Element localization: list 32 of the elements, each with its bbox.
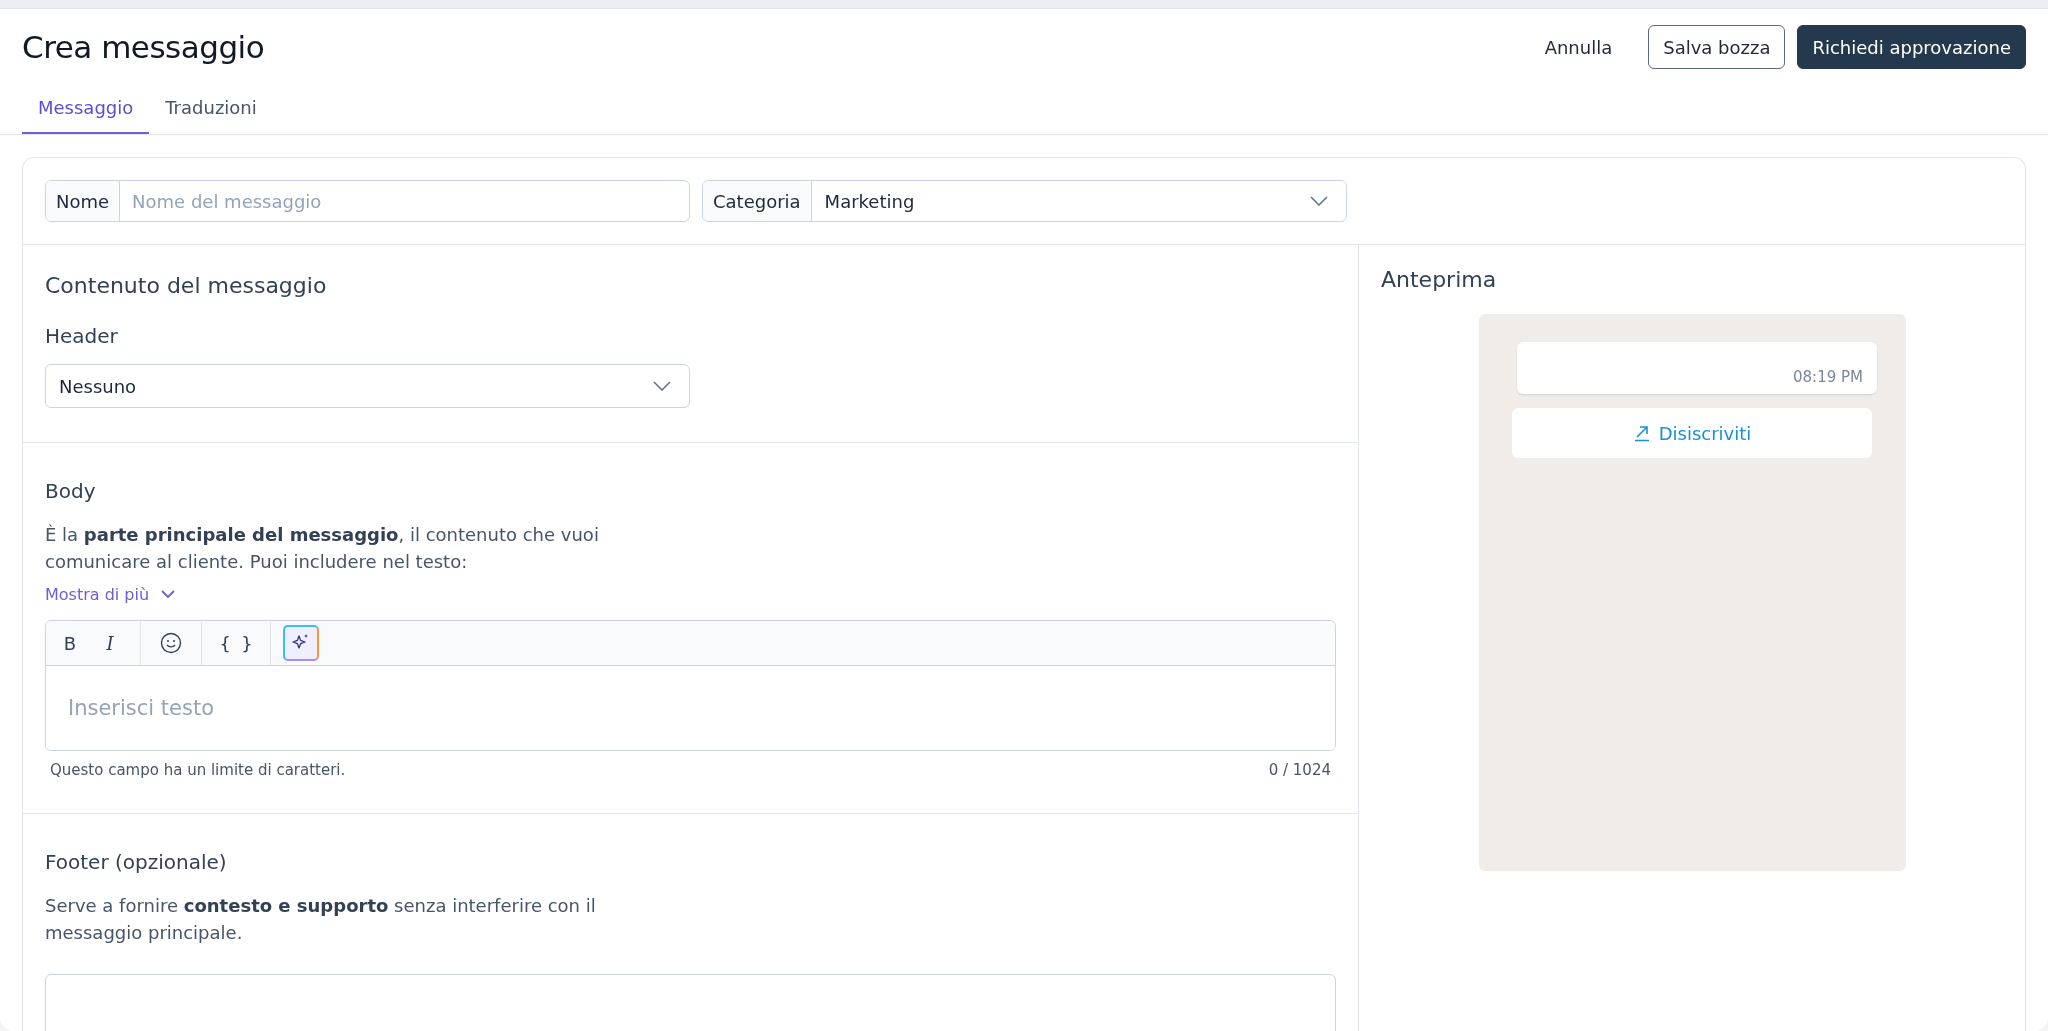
cancel-link[interactable]: Annulla (1530, 25, 1627, 69)
header-label: Header (45, 324, 119, 348)
variable-button[interactable]: { } (214, 625, 258, 661)
section-title: Contenuto del messaggio (45, 273, 328, 298)
footer-description: Serve a fornire contesto e supporto senza interferire con il messaggio principale. (45, 894, 597, 945)
footer-text-field[interactable] (45, 974, 1336, 1031)
body-description: È la parte principale del messaggio, il contenuto che vuoi comunicare al cliente. Puoi includere nel testo: (45, 523, 600, 574)
external-arrow-icon (1632, 424, 1651, 442)
tab[interactable]: Traduzioni (149, 97, 273, 134)
unsubscribe-button[interactable]: Disiscriviti (1512, 408, 1872, 458)
smiley-icon (160, 632, 182, 654)
footer-label: Footer (opzionale) (45, 850, 228, 874)
text-editor[interactable]: B I { } Inserisci testo (45, 620, 1336, 751)
message-time: 08:19 PM (1793, 368, 1863, 386)
bold-button[interactable]: B (52, 625, 88, 661)
chevron-down-icon (161, 590, 176, 599)
show-more-link[interactable]: Mostra di più (45, 585, 176, 604)
chevron-down-icon (653, 381, 671, 391)
chevron-down-icon (1310, 196, 1328, 206)
category-select[interactable]: Categoria Marketing (702, 180, 1347, 222)
page-title: Crea messaggio (22, 29, 265, 65)
name-field[interactable]: Nome Nome del messaggio (45, 180, 690, 222)
secondary-button[interactable]: Salva bozza (1648, 25, 1786, 69)
ai-sparkle-button[interactable] (283, 625, 319, 661)
body-label: Body (45, 479, 97, 503)
primary-button[interactable]: Richiedi approvazione (1797, 25, 2026, 69)
tab[interactable]: Messaggio (22, 97, 150, 134)
italic-button[interactable]: I (92, 625, 128, 661)
character-counter: 0 / 1024 (1268, 761, 1331, 779)
character-limit-hint: Questo campo ha un limite di caratteri. (50, 761, 346, 779)
header-select[interactable]: Nessuno (45, 364, 690, 408)
preview-title: Anteprima (1381, 267, 1497, 292)
